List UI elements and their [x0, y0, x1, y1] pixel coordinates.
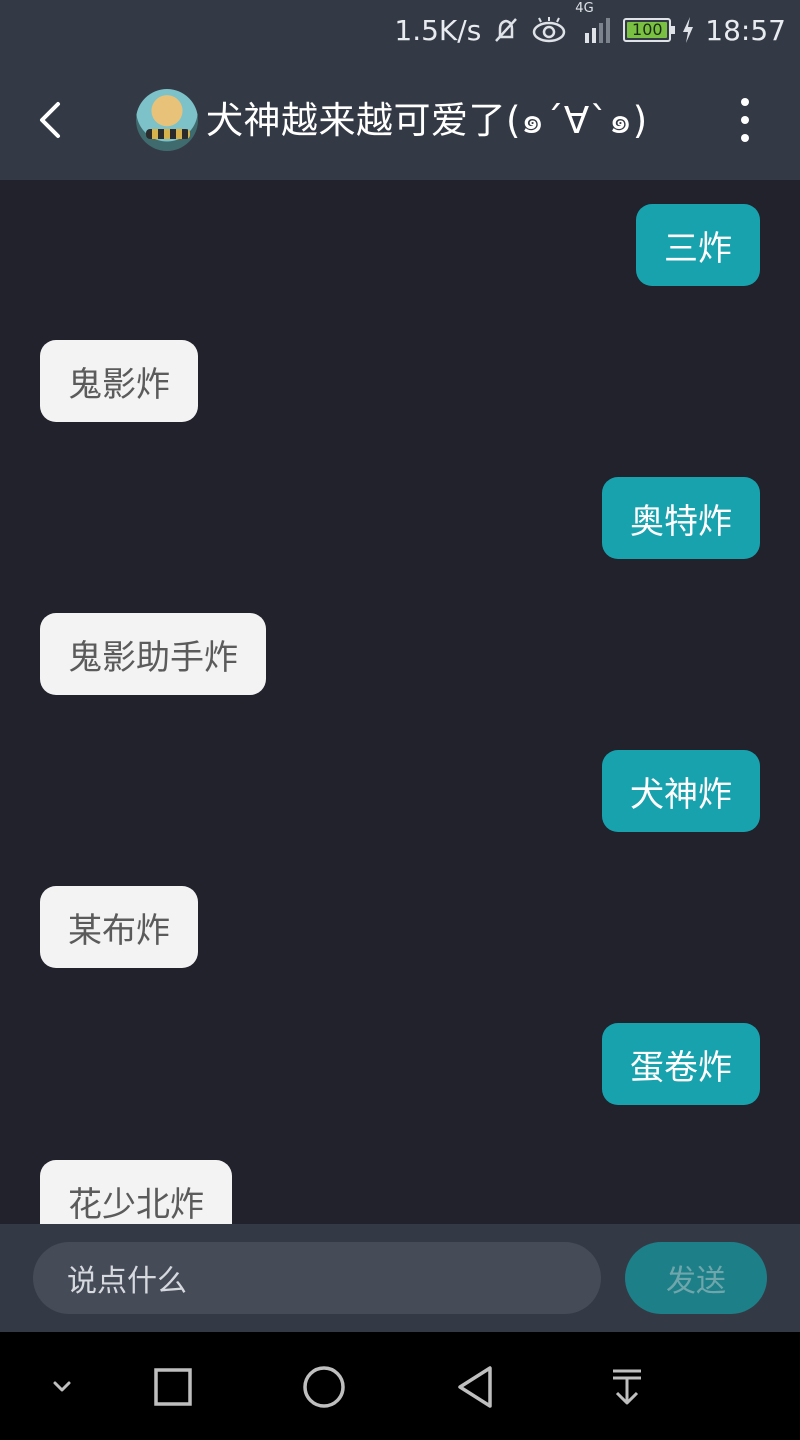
circle-icon	[303, 1366, 345, 1408]
chevron-left-icon	[40, 102, 60, 138]
message-input[interactable]: 说点什么	[33, 1242, 601, 1314]
composer-bar: 说点什么 发送	[0, 1224, 800, 1332]
square-icon	[154, 1368, 192, 1406]
notification-pull-button[interactable]	[602, 1362, 652, 1412]
chat-screen: 1.5K/s 4G 100 18:57 犬神越来越可爱了(๑´∀`๑) 三炸 鬼…	[0, 0, 800, 1440]
network-type: 4G	[575, 1, 594, 16]
triangle-back-icon	[458, 1366, 492, 1408]
signal-icon: 4G	[575, 1, 613, 45]
battery-icon: 100	[623, 18, 676, 42]
message-bubble-incoming[interactable]: 某布炸	[40, 886, 198, 968]
message-bubble-incoming[interactable]: 鬼影炸	[40, 340, 198, 422]
network-speed: 1.5K/s	[394, 13, 482, 47]
eye-icon	[531, 15, 567, 45]
message-input-placeholder: 说点什么	[67, 1264, 187, 1299]
message-bubble-incoming[interactable]: 花少北炸	[40, 1160, 232, 1224]
chat-header: 犬神越来越可爱了(๑´∀`๑)	[0, 60, 800, 180]
pull-down-icon	[613, 1369, 641, 1405]
mute-icon	[491, 15, 521, 45]
more-menu-button[interactable]	[734, 98, 756, 142]
chevron-down-icon	[53, 1381, 71, 1392]
system-nav-bar	[0, 1332, 800, 1440]
message-bubble-outgoing[interactable]: 犬神炸	[602, 750, 760, 832]
message-list[interactable]: 三炸 鬼影炸 奥特炸 鬼影助手炸 犬神炸 某布炸 蛋卷炸 花少北炸	[0, 180, 800, 1224]
chat-title: 犬神越来越可爱了(๑´∀`๑)	[206, 99, 648, 142]
message-bubble-outgoing[interactable]: 奥特炸	[602, 477, 760, 559]
avatar[interactable]	[136, 89, 198, 151]
battery-level: 100	[627, 22, 668, 38]
home-button[interactable]	[299, 1362, 349, 1412]
message-bubble-outgoing[interactable]: 蛋卷炸	[602, 1023, 760, 1105]
more-vertical-icon	[741, 98, 749, 106]
back-button[interactable]	[30, 96, 70, 144]
back-nav-button[interactable]	[451, 1362, 501, 1412]
status-bar: 1.5K/s 4G 100 18:57	[0, 0, 800, 60]
recents-button[interactable]	[148, 1362, 198, 1412]
chat-title-group[interactable]: 犬神越来越可爱了(๑´∀`๑)	[136, 85, 648, 155]
message-bubble-incoming[interactable]: 鬼影助手炸	[40, 613, 266, 695]
clock: 18:57	[705, 13, 786, 47]
message-bubble-outgoing[interactable]: 三炸	[636, 204, 760, 286]
send-button[interactable]: 发送	[625, 1242, 767, 1314]
charging-icon	[681, 16, 695, 44]
collapse-nav-button[interactable]	[37, 1362, 87, 1412]
